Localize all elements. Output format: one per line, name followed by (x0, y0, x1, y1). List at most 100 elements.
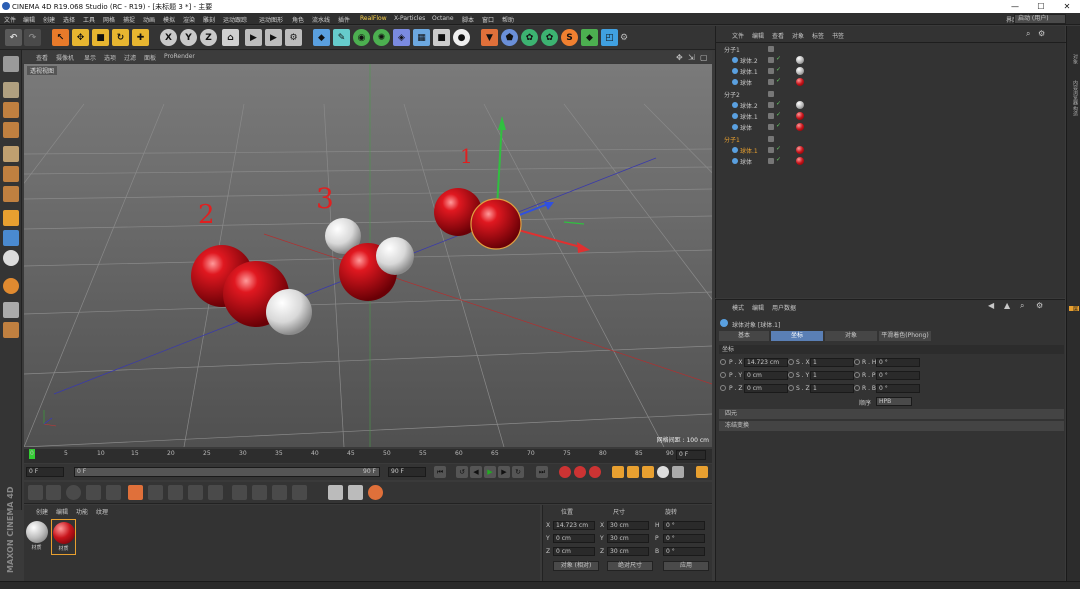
attr-s-x-field[interactable]: 1 (810, 358, 854, 367)
animate-radio[interactable] (788, 359, 794, 365)
light-icon[interactable]: ● (453, 29, 470, 46)
menu-sculpt[interactable]: 雕刻 (203, 15, 215, 24)
octane-diamond-icon[interactable]: ◆ (581, 29, 598, 46)
enabled-check-icon[interactable]: ✓ (776, 66, 781, 73)
visibility-icon[interactable] (768, 102, 774, 108)
menu-edit[interactable]: 编辑 (23, 15, 35, 24)
viewport-zoom-icon[interactable]: ⇲ (688, 53, 695, 62)
toolbar-settings-icon[interactable]: ⚙ (619, 29, 629, 46)
render-region-icon[interactable] (348, 485, 363, 500)
circle-icon[interactable] (272, 485, 287, 500)
menu-simulate[interactable]: 模拟 (163, 15, 175, 24)
attr-r-h-field[interactable]: 0 ° (876, 358, 920, 367)
mat-menu-create[interactable]: 创建 (36, 507, 48, 516)
cube-icon[interactable]: ◆ (313, 29, 330, 46)
array-icon[interactable]: ✺ (373, 29, 390, 46)
keyframe-selection-icon[interactable] (589, 466, 601, 478)
locked-workplane-icon[interactable] (3, 322, 19, 338)
vp-menu-prorender[interactable]: ProRender (164, 53, 195, 60)
model-mode-icon[interactable] (3, 82, 19, 98)
material-tag-grey[interactable] (796, 67, 804, 75)
menu-render[interactable]: 渲染 (183, 15, 195, 24)
rotation-p-field[interactable]: 0 ° (663, 534, 705, 543)
menu-motion-tracking[interactable]: 运动跟踪 (223, 15, 247, 24)
menu-character[interactable]: 角色 (292, 15, 304, 24)
pen-spline-icon[interactable]: ✎ (333, 29, 350, 46)
timeline-window-icon[interactable] (696, 466, 708, 478)
section-quaternion[interactable]: 四元 (719, 409, 1064, 419)
visibility-icon[interactable] (768, 158, 774, 164)
menu-file[interactable]: 文件 (4, 15, 16, 24)
visibility-icon[interactable] (768, 68, 774, 74)
octane-corner-icon[interactable]: ◰ (601, 29, 618, 46)
spline-wrap-icon[interactable] (232, 485, 247, 500)
undo-icon[interactable]: ↶ (5, 29, 22, 46)
perspective-viewport[interactable]: 1 2 3 透视视图 网格间距 : 100 cm (24, 64, 712, 447)
go-to-end-icon[interactable]: ⏭ (536, 466, 548, 478)
mat-menu-edit[interactable]: 编辑 (56, 507, 68, 516)
rotation-h-field[interactable]: 0 ° (663, 521, 705, 530)
size-mode-select[interactable]: 绝对尺寸 (607, 561, 653, 571)
next-frame-icon[interactable]: ▶ (498, 466, 510, 478)
y-axis-icon[interactable]: Y (180, 29, 197, 46)
menu-realflow[interactable]: RealFlow (360, 15, 387, 22)
figure-icon[interactable] (168, 485, 183, 500)
attr-menu-mode[interactable]: 模式 (732, 303, 744, 312)
menu-window[interactable]: 窗口 (482, 15, 494, 24)
visibility-icon[interactable] (768, 57, 774, 63)
menu-snap[interactable]: 捕捉 (123, 15, 135, 24)
rotation-b-field[interactable]: 0 ° (663, 547, 705, 556)
image-viewer-icon[interactable] (328, 485, 343, 500)
recent-tool-icon[interactable]: ✚ (132, 29, 149, 46)
sphere-red-selected[interactable] (470, 198, 522, 250)
object-row[interactable]: 球体.1 ✓ (716, 66, 1066, 77)
z-axis-icon[interactable]: Z (200, 29, 217, 46)
solo-icon[interactable] (3, 302, 19, 318)
axis-mode-icon[interactable] (3, 210, 19, 226)
om-settings-icon[interactable]: ⚙ (1038, 29, 1045, 38)
object-row[interactable]: 球体.2 ✓ (716, 55, 1066, 66)
visibility-icon[interactable] (768, 46, 774, 52)
size-z-field[interactable]: 30 cm (607, 547, 649, 556)
material-tag-red[interactable] (796, 146, 804, 154)
om-menu-bookmarks[interactable]: 书签 (832, 31, 844, 40)
tab-coordinates[interactable]: 坐标 (771, 331, 823, 341)
object-row[interactable]: 球体.1 ✓ (716, 111, 1066, 122)
menu-octane[interactable]: Octane (432, 15, 454, 22)
key-rotation-icon[interactable] (642, 466, 654, 478)
mat-menu-texture[interactable]: 纹理 (96, 507, 108, 516)
enabled-check-icon[interactable]: ✓ (776, 111, 781, 118)
go-to-start-icon[interactable]: ⏮ (434, 466, 446, 478)
knife-icon[interactable] (46, 485, 61, 500)
size-x-field[interactable]: 30 cm (607, 521, 649, 530)
record-keys-icon[interactable] (559, 466, 571, 478)
sculpt-brush-icon[interactable] (148, 485, 163, 500)
vp-menu-view[interactable]: 查看 (36, 53, 48, 62)
attr-p-y-field[interactable]: 0 cm (744, 371, 788, 380)
select-tool-icon[interactable]: ↖ (52, 29, 69, 46)
side-tab-layers[interactable]: 层 (1069, 306, 1079, 311)
material-tag-red[interactable] (796, 78, 804, 86)
material-tag-red[interactable] (796, 112, 804, 120)
move-tool-icon[interactable]: ✥ (72, 29, 89, 46)
animate-radio[interactable] (720, 372, 726, 378)
workplane-mode-icon[interactable] (3, 122, 19, 138)
box-outline-icon[interactable] (292, 485, 307, 500)
animate-radio[interactable] (720, 385, 726, 391)
attr-lock-icon[interactable]: ⚙ (1036, 301, 1043, 310)
side-tab-content-browser[interactable]: 内容浏览器 (1069, 80, 1079, 105)
line-icon[interactable] (252, 485, 267, 500)
enabled-check-icon[interactable]: ✓ (776, 145, 781, 152)
octane-material-icon[interactable] (128, 485, 143, 500)
attr-s-y-field[interactable]: 1 (810, 371, 854, 380)
render-view-icon[interactable]: ▶ (245, 29, 262, 46)
live-viewer-icon[interactable] (368, 485, 383, 500)
animate-radio[interactable] (720, 359, 726, 365)
key-pla-icon[interactable] (672, 466, 684, 478)
octane-render-icon[interactable]: ▼ (481, 29, 498, 46)
enabled-check-icon[interactable]: ✓ (776, 156, 781, 163)
timeline-ruler[interactable]: 0 5 10 15 20 25 30 35 40 45 50 55 60 65 … (24, 449, 712, 463)
om-menu-tags[interactable]: 标签 (812, 31, 824, 40)
menu-x-particles[interactable]: X-Particles (394, 15, 425, 22)
viewport-maximize-icon[interactable]: ▢ (700, 53, 708, 62)
